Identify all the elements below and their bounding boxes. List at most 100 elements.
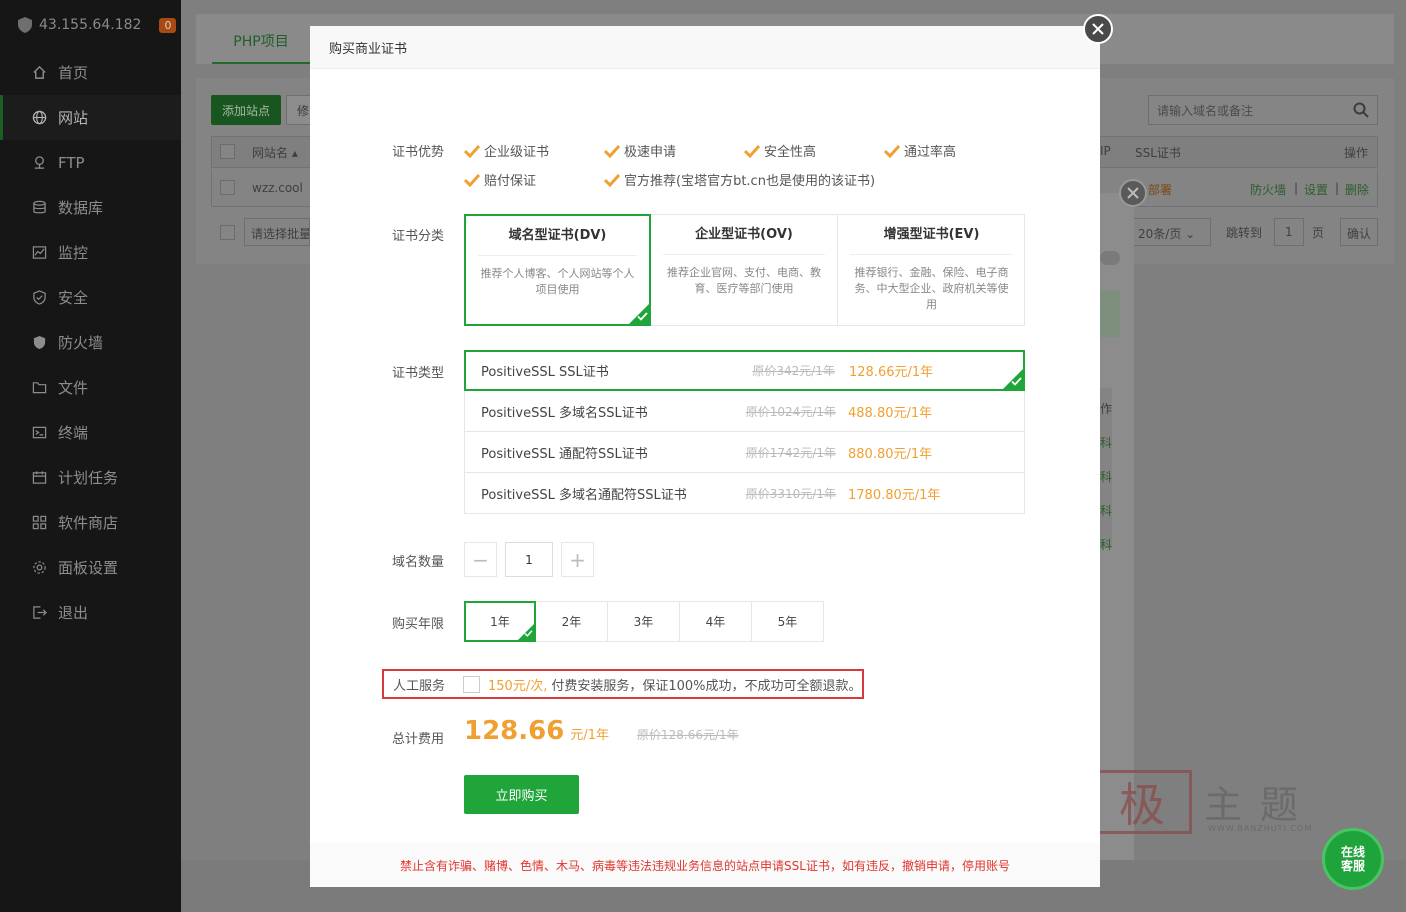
sidebar-item[interactable]: 退出 (0, 590, 181, 635)
year-option[interactable]: 1年 (464, 601, 536, 642)
row-checkbox[interactable] (220, 180, 235, 195)
certificate-type-option[interactable]: PositiveSSL SSL证书 原价342元/1年 128.66元/1年 (464, 350, 1025, 391)
service-fee: 150元/次, (488, 678, 548, 694)
advantage-item: 企业级证书 (464, 141, 549, 160)
selected-check-icon (518, 624, 534, 640)
modify-button[interactable]: 修 (286, 95, 312, 125)
advantage-text: 官方推荐(宝塔官方bt.cn也是使用的该证书) (624, 174, 876, 189)
manual-service-checkbox[interactable] (463, 675, 481, 693)
category-name: 增强型证书(EV) (850, 215, 1013, 255)
close-icon (1092, 23, 1104, 35)
year-option[interactable]: 2年 (536, 601, 608, 642)
batch-select[interactable]: 请选择批量 (244, 218, 310, 246)
site-search-input[interactable]: 请输入域名或备注 (1148, 95, 1378, 125)
select-all-checkbox[interactable] (220, 144, 235, 159)
dialog-title: 购买商业证书 (310, 26, 1100, 69)
sidebar-item-label: 面板设置 (58, 559, 119, 577)
calendar-icon (31, 470, 47, 486)
online-service-line1: 在线 (1340, 845, 1365, 859)
ssl-status[interactable]: 部署 (1148, 181, 1172, 198)
manual-service-row: 人工服务 150元/次, 付费安装服务，保证100%成功，不成功可全额退款。 (382, 669, 864, 699)
sidebar-item-label: 网站 (58, 109, 89, 127)
op-firewall-link[interactable]: 防火墙 (1250, 181, 1286, 198)
sidebar-item[interactable]: 首页 (0, 50, 181, 95)
sidebar-item[interactable]: 文件 (0, 365, 181, 410)
add-site-button[interactable]: 添加站点 (211, 95, 281, 125)
total-label: 总计费用 (392, 732, 445, 747)
category-option[interactable]: 企业型证书(OV) 推荐企业官网、支付、电商、教育、医疗等部门使用 (651, 215, 838, 325)
tab-php-project[interactable]: PHP项目 (212, 20, 310, 64)
col-ops: 操作 (1344, 146, 1369, 160)
sidebar-item[interactable]: 安全 (0, 275, 181, 320)
certificate-type-option[interactable]: PositiveSSL 多域名SSL证书 原价1024元/1年 488.80元/1年 (464, 391, 1025, 432)
sidebar-item[interactable]: FTP (0, 140, 181, 185)
sidebar-item[interactable]: 网站 (0, 95, 181, 140)
bg-dialog-cell[interactable]: 科 (1100, 468, 1112, 485)
check-icon (464, 173, 480, 187)
sidebar-item[interactable]: 面板设置 (0, 545, 181, 590)
bg-dialog-cell[interactable]: 科 (1100, 536, 1112, 553)
watermark-text: 主题 (1204, 783, 1317, 827)
advantage-item: 安全性高 (744, 141, 816, 160)
type-name: PositiveSSL 多域名通配符SSL证书 (481, 487, 687, 503)
alert-badge[interactable]: 0 (159, 17, 177, 33)
confirm-page-button[interactable]: 确认 (1340, 218, 1378, 246)
increment-button[interactable]: + (561, 542, 594, 577)
plus-icon: + (569, 547, 586, 572)
domain-count-stepper: − 1 + (464, 542, 594, 577)
bg-dialog-cell[interactable]: 科 (1100, 502, 1112, 519)
globe-icon (31, 110, 47, 126)
certificate-type-option[interactable]: PositiveSSL 通配符SSL证书 原价1742元/1年 880.80元/1年 (464, 432, 1025, 473)
total-unit: 元/1年 (570, 728, 609, 743)
sidebar-item[interactable]: 计划任务 (0, 455, 181, 500)
domain-count-input[interactable]: 1 (505, 542, 553, 577)
year-selector: 1年 2年 3年 4年 5年 (464, 601, 824, 642)
year-option[interactable]: 5年 (752, 601, 824, 642)
sidebar-item[interactable]: 终端 (0, 410, 181, 455)
type-price: 488.80元/1年 (848, 405, 933, 421)
home-icon (31, 65, 47, 81)
advantage-text: 安全性高 (764, 145, 817, 160)
page-input[interactable]: 1 (1274, 218, 1304, 246)
advantages-label: 证书优势 (392, 145, 445, 160)
buy-now-button[interactable]: 立即购买 (464, 775, 579, 814)
year-label: 5年 (777, 615, 798, 629)
op-delete-link[interactable]: 删除 (1345, 181, 1369, 198)
category-option[interactable]: 域名型证书(DV) 推荐个人博客、个人网站等个人项目使用 (464, 214, 651, 326)
category-option[interactable]: 增强型证书(EV) 推荐银行、金融、保险、电子商务、中大型企业、政府机关等使用 (838, 215, 1025, 325)
terminal-icon (31, 425, 47, 441)
decrement-button[interactable]: − (464, 542, 497, 577)
advantage-item: 官方推荐(宝塔官方bt.cn也是使用的该证书) (604, 170, 875, 189)
sidebar-item[interactable]: 防火墙 (0, 320, 181, 365)
type-original-price: 原价3310元/1年 (745, 486, 836, 501)
total-original-price: 原价128.66元/1年 (637, 728, 739, 742)
sidebar-item[interactable]: 软件商店 (0, 500, 181, 545)
bg-dialog-col: 作 (1100, 402, 1113, 416)
search-icon[interactable] (1353, 102, 1369, 118)
type-original-price: 原价1024元/1年 (745, 404, 836, 419)
bg-dialog-cell[interactable]: 科 (1100, 434, 1112, 451)
year-option[interactable]: 4年 (680, 601, 752, 642)
background-dialog-close-button[interactable] (1119, 179, 1147, 207)
dialog-close-button[interactable] (1083, 14, 1113, 44)
type-original-price: 原价342元/1年 (752, 364, 835, 378)
sidebar-item[interactable]: 数据库 (0, 185, 181, 230)
col-sitename[interactable]: 网站名 ▴ (252, 144, 298, 161)
per-page-select[interactable]: 20条/页 ⌄ (1133, 218, 1211, 246)
folder-icon (31, 380, 47, 396)
batch-checkbox[interactable] (220, 225, 235, 240)
check-icon (884, 144, 900, 158)
year-label: 1年 (490, 615, 510, 629)
advantage-item: 赔付保证 (464, 170, 536, 189)
sidebar-item[interactable]: 监控 (0, 230, 181, 275)
online-service-line2: 客服 (1340, 859, 1365, 873)
online-service-button[interactable]: 在线 客服 (1322, 828, 1384, 890)
category-name: 域名型证书(DV) (478, 216, 637, 256)
site-name-link[interactable]: wzz.cool (252, 181, 303, 195)
op-settings-link[interactable]: 设置 (1304, 181, 1328, 198)
type-original-price: 原价1742元/1年 (745, 445, 836, 460)
buy-certificate-dialog: 购买商业证书 证书优势 企业级证书 极速申请 安全性高 通过率高 赔付保证 官方推荐(宝塔… (310, 26, 1100, 887)
firewall-icon (31, 335, 47, 351)
year-option[interactable]: 3年 (608, 601, 680, 642)
certificate-type-option[interactable]: PositiveSSL 多域名通配符SSL证书 原价3310元/1年 1780.80… (464, 473, 1025, 514)
